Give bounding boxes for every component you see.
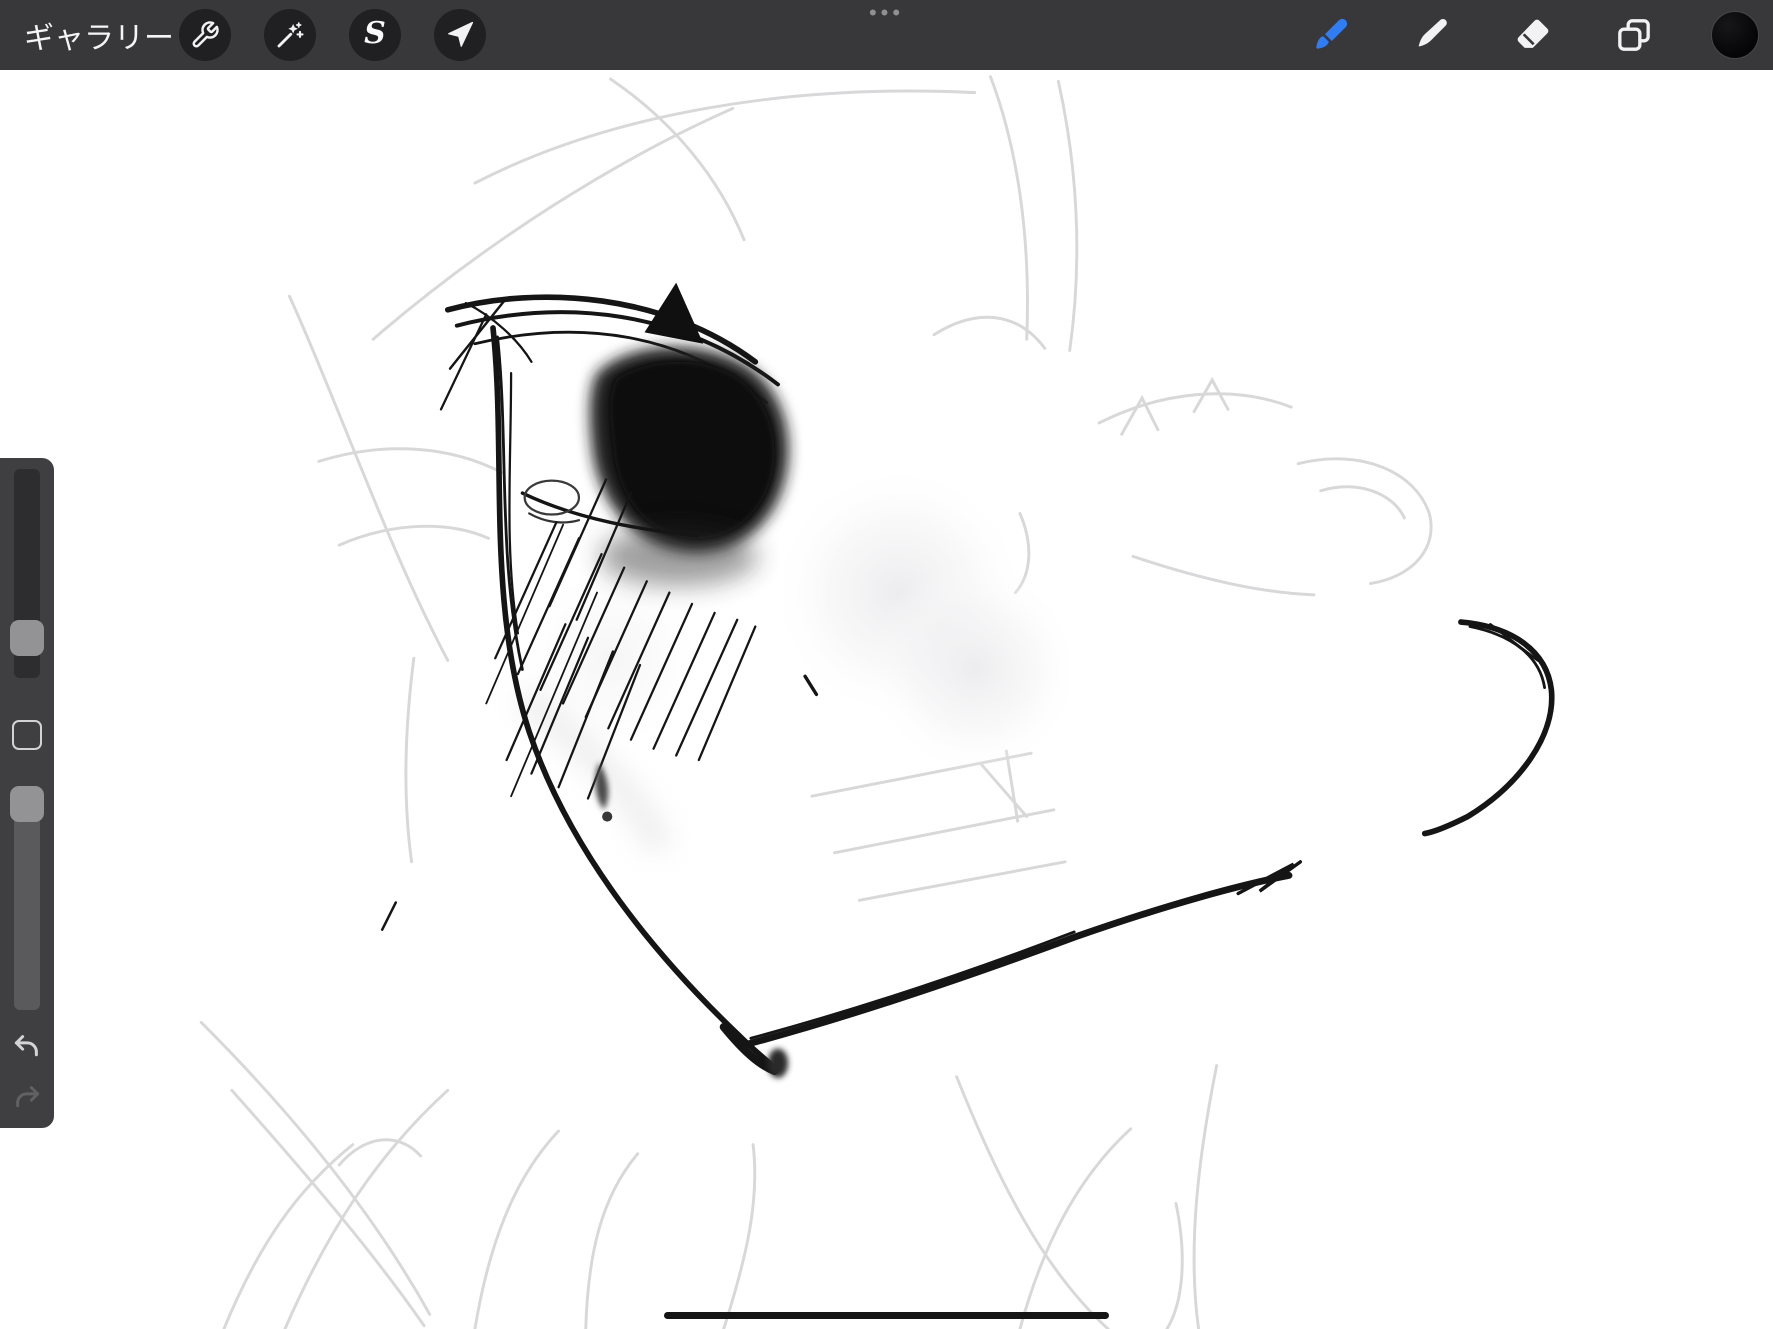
adjustments-button[interactable] [264,9,316,61]
redo-icon [16,1086,40,1108]
brush-size-handle[interactable] [10,620,44,656]
left-tool-group: S [179,9,486,61]
home-indicator[interactable] [664,1312,1109,1319]
eraser-icon [1517,19,1549,48]
transform-button[interactable] [434,9,486,61]
layers-button[interactable] [1608,9,1660,61]
wrench-icon [192,21,219,48]
magic-wand-icon [277,22,304,48]
color-swatch-button[interactable] [1709,9,1761,61]
selection-button[interactable]: S [349,9,401,61]
smudge-icon [1418,19,1447,47]
sketch-guide-strokes [199,75,1433,1329]
eraser-tool-button[interactable] [1507,9,1559,61]
paintbrush-icon [1316,18,1348,49]
actions-button[interactable] [179,9,231,61]
redo-button[interactable] [12,1082,42,1112]
selection-s-icon: S [364,16,386,51]
smudge-tool-button[interactable] [1406,9,1458,61]
modify-button[interactable] [12,720,42,750]
brush-sidebar [0,458,54,1128]
gallery-button[interactable]: ギャラリー [24,0,174,70]
paint-tool-button[interactable] [1305,9,1357,61]
window-drag-handle[interactable]: ••• [869,2,904,24]
transform-arrow-icon [448,21,474,47]
current-color-swatch [1711,11,1759,59]
right-tool-group [1305,9,1761,61]
undo-icon [14,1035,38,1057]
top-toolbar: ギャラリー S ••• [0,0,1773,70]
canvas[interactable] [0,70,1773,1329]
sketch-artwork [199,75,1555,1329]
opacity-slider[interactable] [14,798,40,1010]
undo-button[interactable] [12,1031,42,1061]
layers-icon [1618,19,1650,51]
opacity-handle[interactable] [10,786,44,822]
